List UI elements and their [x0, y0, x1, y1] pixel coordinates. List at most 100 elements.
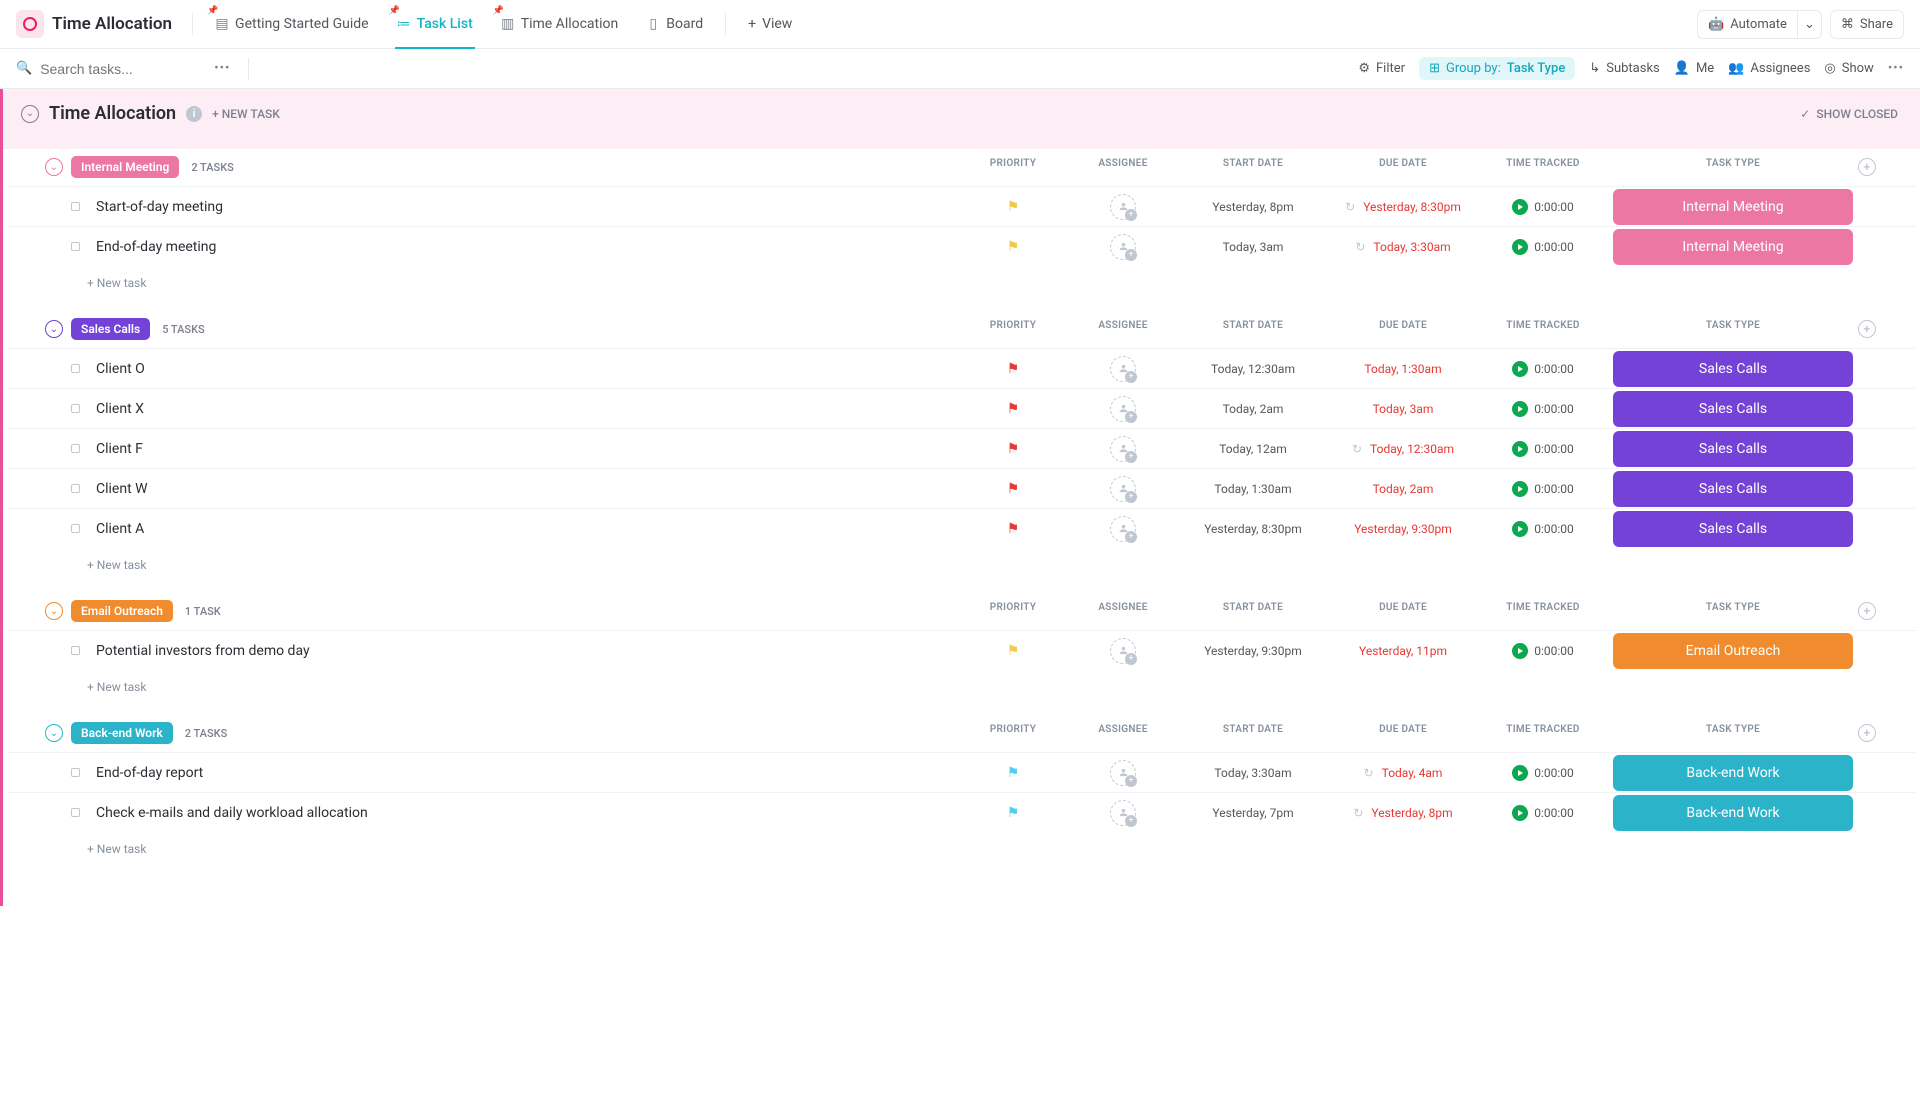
task-row[interactable]: Client A ⚑ Yesterday, 8:30pm Yesterday, …: [7, 508, 1916, 548]
time-tracked-cell[interactable]: 0:00:00: [1478, 361, 1608, 377]
status-checkbox[interactable]: [71, 404, 80, 413]
group-collapse-toggle[interactable]: ⌄: [45, 724, 63, 742]
status-checkbox[interactable]: [71, 444, 80, 453]
task-name[interactable]: Client A: [96, 521, 958, 537]
task-type-cell[interactable]: Email Outreach: [1608, 633, 1858, 669]
start-date-cell[interactable]: Today, 3am: [1178, 240, 1328, 254]
time-tracked-cell[interactable]: 0:00:00: [1478, 481, 1608, 497]
task-name[interactable]: Client X: [96, 401, 958, 417]
priority-cell[interactable]: ⚑: [958, 441, 1068, 457]
group-badge[interactable]: Internal Meeting: [71, 156, 179, 178]
assignee-cell[interactable]: [1068, 194, 1178, 220]
assignee-cell[interactable]: [1068, 356, 1178, 382]
task-name[interactable]: Potential investors from demo day: [96, 643, 958, 659]
start-date-cell[interactable]: Yesterday, 7pm: [1178, 806, 1328, 820]
time-tracked-cell[interactable]: 0:00:00: [1478, 643, 1608, 659]
task-row[interactable]: End-of-day meeting ⚑ Today, 3am ↻Today, …: [7, 226, 1916, 266]
new-task-row[interactable]: + New task: [7, 832, 1916, 866]
new-task-button[interactable]: + NEW TASK: [212, 107, 280, 121]
tab-board[interactable]: ▯ Board: [636, 8, 713, 40]
task-name[interactable]: Check e-mails and daily workload allocat…: [96, 805, 958, 821]
due-date-cell[interactable]: Today, 2am: [1328, 482, 1478, 496]
time-tracked-cell[interactable]: 0:00:00: [1478, 441, 1608, 457]
add-column[interactable]: +: [1858, 724, 1898, 742]
info-icon[interactable]: i: [186, 106, 202, 122]
status-checkbox[interactable]: [71, 202, 80, 211]
task-type-cell[interactable]: Internal Meeting: [1608, 229, 1858, 265]
task-row[interactable]: Client F ⚑ Today, 12am ↻Today, 12:30am 0…: [7, 428, 1916, 468]
add-column[interactable]: +: [1858, 602, 1898, 620]
priority-cell[interactable]: ⚑: [958, 481, 1068, 497]
assignee-cell[interactable]: [1068, 638, 1178, 664]
show-button[interactable]: ◎ Show: [1824, 61, 1873, 76]
priority-cell[interactable]: ⚑: [958, 361, 1068, 377]
toolbar-more[interactable]: •••: [1888, 61, 1904, 76]
task-row[interactable]: End-of-day report ⚑ Today, 3:30am ↻Today…: [7, 752, 1916, 792]
start-date-cell[interactable]: Today, 1:30am: [1178, 482, 1328, 496]
time-tracked-cell[interactable]: 0:00:00: [1478, 805, 1608, 821]
task-type-cell[interactable]: Back-end Work: [1608, 795, 1858, 831]
priority-cell[interactable]: ⚑: [958, 643, 1068, 659]
automate-button[interactable]: 🤖 Automate: [1697, 10, 1797, 39]
due-date-cell[interactable]: Yesterday, 11pm: [1328, 644, 1478, 658]
show-closed-toggle[interactable]: ✓ SHOW CLOSED: [1800, 107, 1898, 121]
task-type-cell[interactable]: Internal Meeting: [1608, 189, 1858, 225]
priority-cell[interactable]: ⚑: [958, 805, 1068, 821]
priority-cell[interactable]: ⚑: [958, 199, 1068, 215]
task-row[interactable]: Potential investors from demo day ⚑ Yest…: [7, 630, 1916, 670]
new-task-row[interactable]: + New task: [7, 548, 1916, 582]
priority-cell[interactable]: ⚑: [958, 401, 1068, 417]
tab-getting-started[interactable]: 📌 ▤ Getting Started Guide: [205, 8, 379, 40]
assignee-cell[interactable]: [1068, 396, 1178, 422]
collapse-toggle[interactable]: ⌄: [21, 105, 39, 123]
time-tracked-cell[interactable]: 0:00:00: [1478, 401, 1608, 417]
start-date-cell[interactable]: Yesterday, 8:30pm: [1178, 522, 1328, 536]
due-date-cell[interactable]: Yesterday, 9:30pm: [1328, 522, 1478, 536]
new-task-row[interactable]: + New task: [7, 266, 1916, 300]
status-checkbox[interactable]: [71, 484, 80, 493]
task-name[interactable]: Start-of-day meeting: [96, 199, 958, 215]
task-name[interactable]: Client F: [96, 441, 958, 457]
group-collapse-toggle[interactable]: ⌄: [45, 158, 63, 176]
time-tracked-cell[interactable]: 0:00:00: [1478, 765, 1608, 781]
subtasks-button[interactable]: ↳ Subtasks: [1589, 61, 1659, 76]
group-collapse-toggle[interactable]: ⌄: [45, 320, 63, 338]
task-type-cell[interactable]: Sales Calls: [1608, 391, 1858, 427]
status-checkbox[interactable]: [71, 808, 80, 817]
status-checkbox[interactable]: [71, 524, 80, 533]
tab-time-allocation[interactable]: 📌 ▥ Time Allocation: [491, 8, 629, 40]
task-row[interactable]: Start-of-day meeting ⚑ Yesterday, 8pm ↻Y…: [7, 186, 1916, 226]
due-date-cell[interactable]: ↻Today, 4am: [1328, 766, 1478, 780]
task-name[interactable]: End-of-day meeting: [96, 239, 958, 255]
assignee-cell[interactable]: [1068, 234, 1178, 260]
assignee-cell[interactable]: [1068, 760, 1178, 786]
due-date-cell[interactable]: Today, 1:30am: [1328, 362, 1478, 376]
time-tracked-cell[interactable]: 0:00:00: [1478, 239, 1608, 255]
start-date-cell[interactable]: Yesterday, 8pm: [1178, 200, 1328, 214]
due-date-cell[interactable]: ↻Yesterday, 8pm: [1328, 806, 1478, 820]
automate-dropdown[interactable]: ⌄: [1797, 10, 1822, 39]
start-date-cell[interactable]: Today, 2am: [1178, 402, 1328, 416]
due-date-cell[interactable]: ↻Today, 12:30am: [1328, 442, 1478, 456]
new-task-row[interactable]: + New task: [7, 670, 1916, 704]
task-type-cell[interactable]: Back-end Work: [1608, 755, 1858, 791]
group-badge[interactable]: Sales Calls: [71, 318, 150, 340]
time-tracked-cell[interactable]: 0:00:00: [1478, 199, 1608, 215]
group-by-button[interactable]: ⊞ Group by: Task Type: [1419, 57, 1575, 80]
share-button[interactable]: ⌘ Share: [1830, 10, 1904, 39]
task-type-cell[interactable]: Sales Calls: [1608, 511, 1858, 547]
add-column[interactable]: +: [1858, 320, 1898, 338]
task-name[interactable]: End-of-day report: [96, 765, 958, 781]
tab-task-list[interactable]: 📌 ≔ Task List: [387, 8, 483, 40]
me-button[interactable]: 👤 Me: [1674, 61, 1714, 76]
status-checkbox[interactable]: [71, 646, 80, 655]
assignee-cell[interactable]: [1068, 516, 1178, 542]
group-collapse-toggle[interactable]: ⌄: [45, 602, 63, 620]
start-date-cell[interactable]: Today, 3:30am: [1178, 766, 1328, 780]
time-tracked-cell[interactable]: 0:00:00: [1478, 521, 1608, 537]
task-row[interactable]: Client O ⚑ Today, 12:30am Today, 1:30am …: [7, 348, 1916, 388]
assignee-cell[interactable]: [1068, 800, 1178, 826]
group-badge[interactable]: Back-end Work: [71, 722, 173, 744]
start-date-cell[interactable]: Today, 12:30am: [1178, 362, 1328, 376]
task-row[interactable]: Client X ⚑ Today, 2am Today, 3am 0:00:00…: [7, 388, 1916, 428]
